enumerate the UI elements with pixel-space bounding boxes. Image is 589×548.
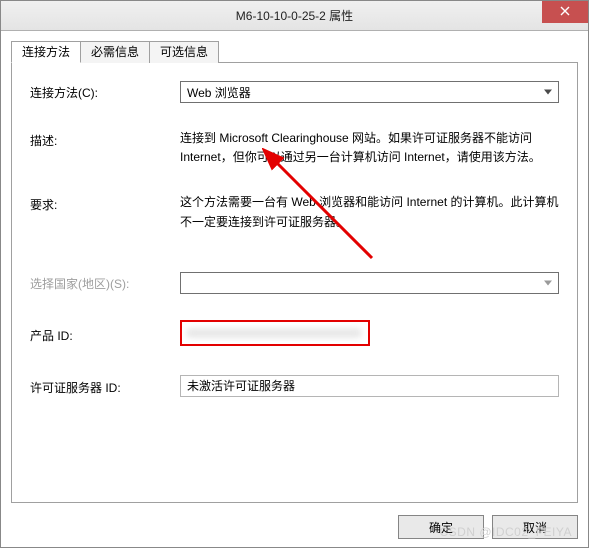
country-label: 选择国家(地区)(S): [30, 272, 180, 292]
license-server-id-value: 未激活许可证服务器 [187, 377, 295, 394]
chevron-down-icon [544, 90, 552, 95]
cancel-button[interactable]: 取消 [492, 515, 578, 539]
tab-panel: 连接方法(C): Web 浏览器 描述: 连接到 Microsoft Clear… [11, 63, 578, 503]
chevron-down-icon [544, 280, 552, 285]
tab-connection-method[interactable]: 连接方法 [11, 41, 81, 63]
product-id-redacted [180, 320, 370, 346]
window-title: M6-10-10-0-25-2 属性 [236, 7, 353, 24]
close-icon [560, 5, 570, 19]
description-label: 描述: [30, 129, 180, 149]
tab-required-info[interactable]: 必需信息 [80, 41, 150, 63]
requirement-label: 要求: [30, 193, 180, 213]
titlebar: M6-10-10-0-25-2 属性 [1, 1, 588, 31]
product-id-label: 产品 ID: [30, 324, 180, 344]
close-button[interactable] [542, 1, 588, 23]
requirement-text: 这个方法需要一台有 Web 浏览器和能访问 Internet 的计算机。此计算机… [180, 193, 559, 231]
dialog-buttons: 确定 取消 [398, 515, 578, 539]
connection-method-value: Web 浏览器 [187, 84, 251, 101]
description-text: 连接到 Microsoft Clearinghouse 网站。如果许可证服务器不… [180, 129, 559, 167]
connection-method-label: 连接方法(C): [30, 81, 180, 101]
tab-optional-info[interactable]: 可选信息 [149, 41, 219, 63]
connection-method-select[interactable]: Web 浏览器 [180, 81, 559, 103]
license-server-id-field: 未激活许可证服务器 [180, 375, 559, 397]
ok-button[interactable]: 确定 [398, 515, 484, 539]
license-server-id-label: 许可证服务器 ID: [30, 376, 180, 396]
country-select[interactable] [180, 272, 559, 294]
tab-strip: 连接方法 必需信息 可选信息 [11, 41, 578, 63]
